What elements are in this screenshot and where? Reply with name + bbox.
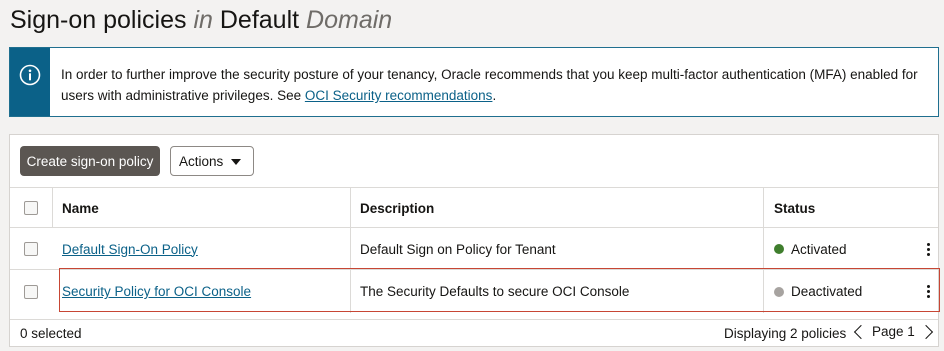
row-actions-cell	[927, 228, 931, 270]
displaying-count: Displaying 2 policies	[724, 326, 847, 341]
actions-menu-button[interactable]: Actions	[170, 146, 254, 176]
page-label: Page 1	[872, 324, 915, 339]
banner-text-end: .	[492, 88, 497, 103]
kebab-menu-icon[interactable]	[927, 283, 931, 300]
selected-count: 0 selected	[20, 326, 82, 341]
name-cell: Default Sign-On Policy	[62, 228, 198, 270]
title-domain-label: Domain	[306, 6, 393, 34]
status-text: Deactivated	[791, 284, 863, 299]
caret-down-icon	[231, 159, 241, 165]
banner-message: In order to further improve the security…	[61, 64, 922, 106]
column-header-description[interactable]: Description	[360, 188, 434, 228]
description-cell: Default Sign on Policy for Tenant	[360, 241, 556, 257]
row-checkbox[interactable]	[24, 284, 38, 299]
policy-name-link[interactable]: Security Policy for OCI Console	[62, 284, 251, 299]
row-actions-cell	[927, 270, 931, 313]
create-sign-on-policy-button[interactable]: Create sign-on policy	[20, 146, 160, 176]
status-dot-icon	[774, 244, 784, 254]
policies-panel: Create sign-on policy Actions Name Descr…	[9, 134, 940, 348]
row-select-cell	[24, 270, 38, 313]
row-checkbox[interactable]	[24, 242, 38, 256]
pagination: Page 1	[853, 324, 933, 339]
chevron-right-icon[interactable]	[918, 324, 933, 339]
name-cell: Security Policy for OCI Console	[62, 270, 251, 313]
banner-accent-bar	[10, 48, 50, 116]
title-domain-name: Default	[219, 6, 300, 34]
column-header-status[interactable]: Status	[774, 188, 815, 228]
chevron-left-icon[interactable]	[853, 324, 869, 339]
status-cell: Activated	[774, 228, 847, 270]
info-banner: In order to further improve the security…	[9, 47, 939, 117]
info-icon	[19, 64, 41, 86]
row-select-cell	[24, 228, 38, 270]
table-header-row: Name Description Status	[10, 187, 938, 228]
status-dot-icon	[774, 286, 784, 297]
status-cell: Deactivated	[774, 270, 862, 313]
policy-name-link[interactable]: Default Sign-On Policy	[62, 242, 198, 257]
table-footer: 0 selected Displaying 2 policies Page 1	[10, 319, 938, 348]
oci-security-recommendations-link[interactable]: OCI Security recommendations	[305, 88, 493, 103]
kebab-menu-icon[interactable]	[927, 241, 931, 258]
description-cell: The Security Defaults to secure OCI Cons…	[360, 284, 630, 299]
title-main: Sign-on policies	[10, 6, 187, 34]
select-all-checkbox[interactable]	[24, 201, 38, 215]
table-row: Security Policy for OCI Console The Secu…	[10, 269, 938, 313]
page-title: Sign-on policies in Default Domain	[10, 4, 392, 36]
status-text: Activated	[791, 241, 847, 257]
column-header-name[interactable]: Name	[62, 188, 99, 228]
actions-label: Actions	[179, 153, 224, 169]
table-row: Default Sign-On Policy Default Sign on P…	[10, 227, 938, 270]
select-all-cell	[24, 188, 38, 228]
title-in: in	[193, 6, 213, 34]
